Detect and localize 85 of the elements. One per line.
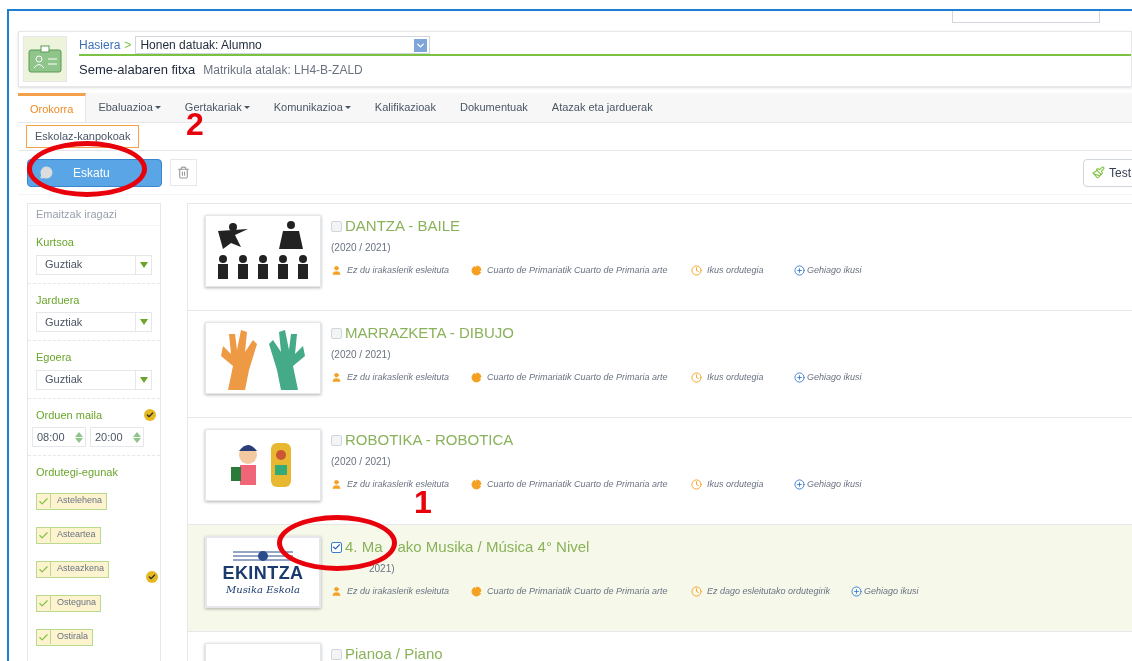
pie-chart-icon (471, 585, 482, 597)
teacher-info: Ez du irakaslerik esleituta (347, 370, 450, 384)
tab[interactable]: Kalifikazioak (362, 93, 448, 122)
spinner-down-icon (75, 437, 83, 443)
more-link[interactable]: Gehiago ikusi (807, 477, 862, 491)
more-link[interactable]: Gehiago ikusi (864, 584, 919, 598)
time-spinner[interactable]: 20:00 (90, 427, 144, 447)
check-icon (38, 495, 49, 507)
plus-icon (794, 371, 805, 383)
schedule-link[interactable]: Ikus ordutegia (707, 370, 764, 384)
day-checkbox[interactable]: Asteazkena (36, 560, 110, 578)
pie-chart-icon (471, 264, 482, 276)
filter-label: Orduen maila (36, 407, 103, 423)
filter-search-field[interactable]: Emaitzak iragazi (28, 204, 160, 226)
more-link[interactable]: Gehiago ikusi (807, 370, 862, 384)
plus-icon (851, 585, 862, 597)
check-icon (38, 529, 49, 541)
delete-button[interactable] (170, 159, 197, 186)
record-select[interactable]: Honen datuak: Alumno (135, 36, 431, 54)
spinner-up-icon (133, 431, 141, 437)
clock-icon (691, 264, 702, 276)
level-info: Cuarto de Primariatik Cuarto de Primaria arte (487, 370, 668, 384)
breadcrumb-link[interactable]: Hasiera (79, 36, 121, 54)
tab[interactable]: Dokumentuak (447, 93, 540, 122)
clock-icon (691, 478, 702, 490)
teacher-info: Ez du irakaslerik esleituta (347, 584, 450, 598)
clock-icon (691, 585, 702, 597)
caret-icon (344, 106, 351, 109)
test-button[interactable]: Test (1083, 158, 1132, 187)
logo-subtitle: Musika Eskola (226, 582, 300, 597)
tab[interactable]: Ebaluazioa (86, 93, 173, 122)
filter-label: Ordutegi-egunak (36, 465, 119, 480)
caret-icon (154, 106, 161, 109)
pie-chart-icon (471, 371, 482, 383)
plus-icon (794, 264, 805, 276)
clock-icon (691, 371, 702, 383)
school-year: (2020 / 2021) (331, 240, 391, 255)
person-icon (331, 585, 342, 597)
logo-title: EKINTZA (222, 563, 304, 582)
day-checkbox[interactable]: Asteartea (36, 526, 101, 544)
brush-icon (1092, 166, 1105, 179)
time-spinner[interactable]: 08:00 (32, 427, 86, 447)
filter-label: Egoera (36, 350, 73, 365)
school-year: (2020 / 2021) (331, 347, 391, 362)
check-icon (38, 631, 49, 643)
school-year: (2020 / 2021) (331, 454, 391, 469)
trash-icon (177, 166, 190, 179)
day-checkbox[interactable]: Ostirala (36, 628, 93, 646)
page-subtitle: Matrikula atalak: LH4-B-ZALD (203, 62, 363, 79)
pie-chart-icon (471, 478, 482, 490)
filter-select[interactable]: Guztiak (36, 312, 152, 332)
more-link[interactable]: Gehiago ikusi (807, 263, 862, 277)
activity-checkbox[interactable] (331, 541, 342, 553)
check-badge-icon (144, 408, 156, 421)
subtab[interactable]: Eskolaz-kanpokoak (26, 125, 140, 148)
caret-icon (243, 106, 250, 109)
schedule-link[interactable]: Ikus ordutegia (707, 477, 764, 491)
level-info: Cuarto de Primariatik Cuarto de Primaria arte (487, 477, 668, 491)
check-icon (38, 563, 49, 575)
filter-label: Kurtsoa (36, 235, 75, 250)
day-checkbox[interactable]: Astelehena (36, 492, 108, 510)
level-info: Cuarto de Primariatik Cuarto de Primaria arte (487, 584, 668, 598)
filter-select[interactable]: Guztiak (36, 254, 152, 275)
dropdown-icon (414, 38, 428, 52)
level-info: Cuarto de Primariatik Cuarto de Primaria arte (487, 263, 668, 277)
person-icon (331, 264, 342, 276)
check-badge-icon (146, 571, 158, 583)
id-card-icon (28, 45, 62, 73)
page-title: Seme-alabaren fitxa (79, 61, 196, 79)
breadcrumb-separator: > (124, 37, 132, 54)
person-icon (331, 478, 342, 490)
schedule-link[interactable]: Ez dago esleitutako ordutegirik (707, 584, 831, 598)
spinner-up-icon (75, 431, 83, 437)
check-icon (38, 597, 49, 609)
day-checkbox[interactable]: Osteguna (36, 594, 102, 612)
filter-label: Jarduera (36, 292, 81, 308)
speech-bubble-icon (40, 166, 53, 179)
tab[interactable]: Komunikazioa (261, 93, 363, 122)
person-icon (331, 371, 342, 383)
spinner-down-icon (133, 437, 141, 443)
filter-select[interactable]: Guztiak (36, 369, 152, 390)
teacher-info: Ez du irakaslerik esleituta (347, 263, 450, 277)
plus-icon (794, 478, 805, 490)
schedule-link[interactable]: Ikus ordutegia (707, 263, 764, 277)
tab[interactable]: Atazak eta jarduerak (539, 93, 665, 122)
